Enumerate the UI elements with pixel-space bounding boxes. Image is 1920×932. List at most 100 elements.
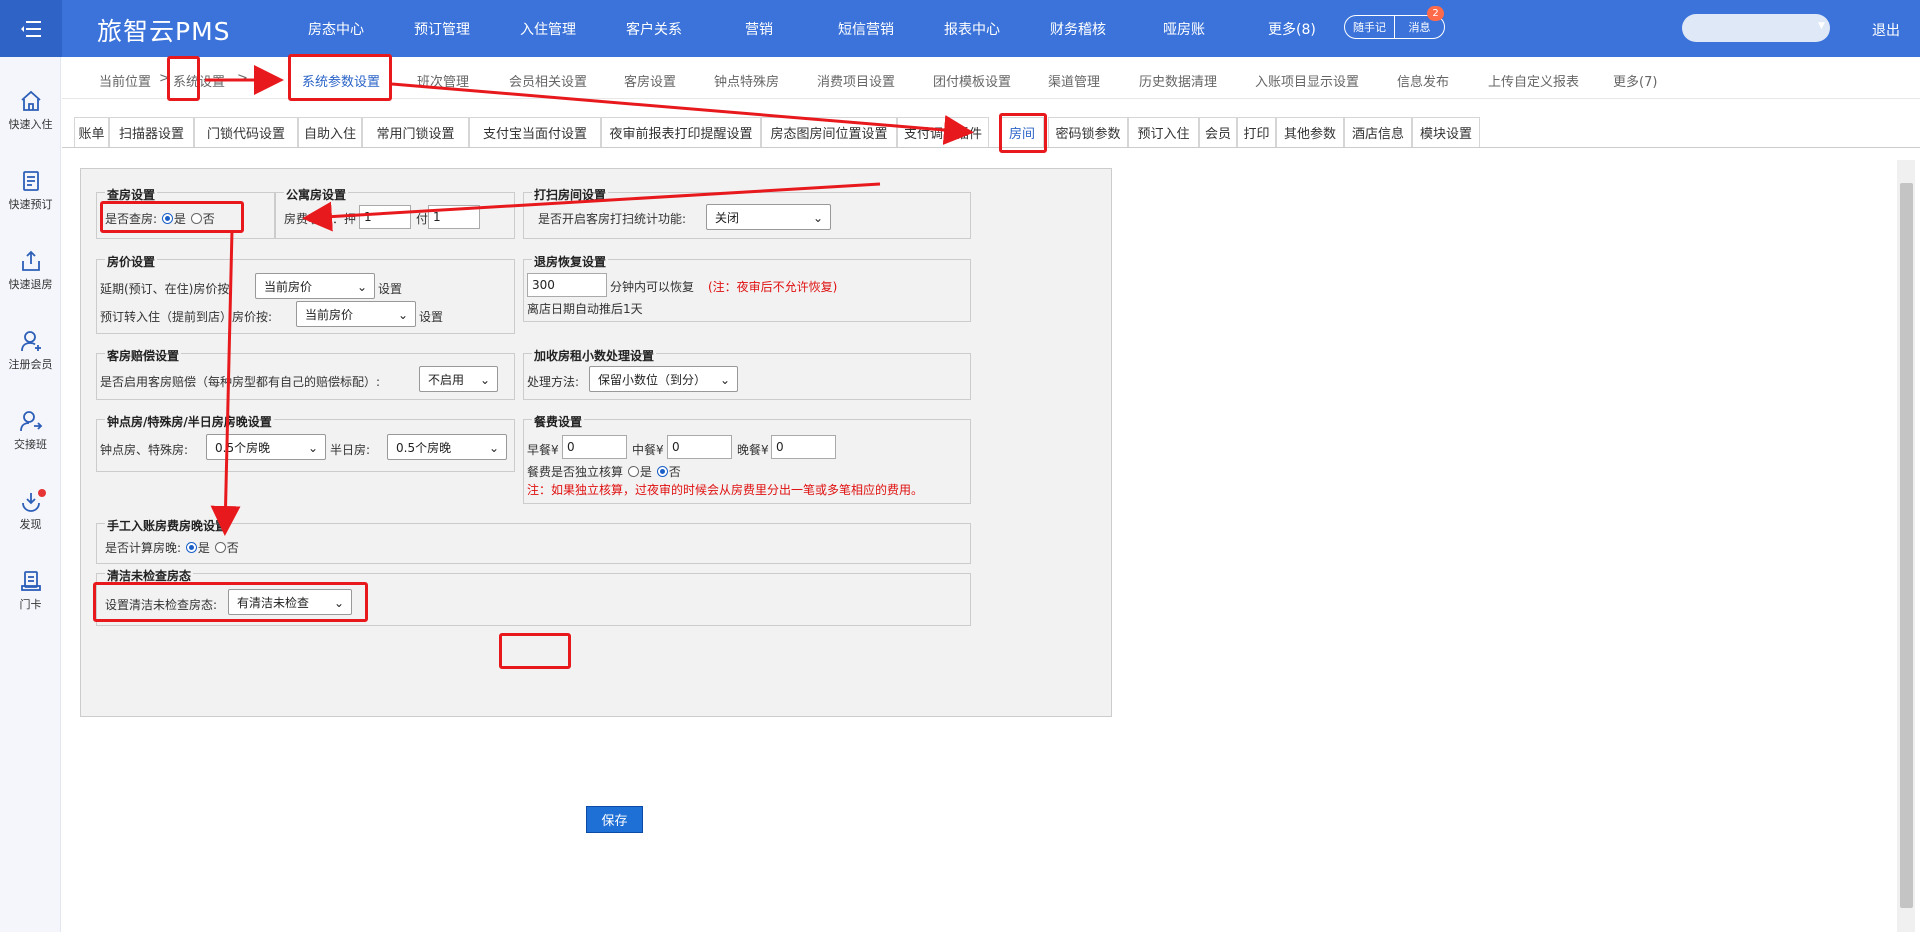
subtab-common-lock[interactable]: 常用门锁设置: [362, 117, 469, 147]
check-room-yes-radio[interactable]: [161, 213, 173, 224]
sidebar-item-door-card[interactable]: 门卡: [0, 569, 61, 612]
reserve-price-select[interactable]: 当前房价 ⌄: [296, 301, 416, 327]
lunch-input[interactable]: [667, 435, 732, 459]
half-day-label: 半日房:: [330, 443, 371, 457]
sidebar-item-discover[interactable]: 发现: [0, 489, 61, 532]
dinner-input[interactable]: [771, 435, 836, 459]
tab-channel-mgmt[interactable]: 渠道管理: [1048, 71, 1100, 90]
half-day-nights-select[interactable]: 0.5个房晚 ⌄: [387, 434, 507, 460]
check-room-group: 查房设置 是否查房: 是 否: [96, 186, 275, 239]
cleaning-stat-select[interactable]: 关闭 ⌄: [706, 204, 831, 230]
nav-sms[interactable]: 短信营销: [838, 19, 894, 39]
breakfast-input[interactable]: [562, 435, 627, 459]
nav-marketing[interactable]: 营销: [745, 19, 773, 39]
subtab-module-settings[interactable]: 模块设置: [1412, 117, 1480, 147]
rent-decimal-select[interactable]: 保留小数位（到分） ⌄: [589, 366, 738, 392]
subtab-hotel-info[interactable]: 酒店信息: [1344, 117, 1412, 147]
subtab-self-checkin[interactable]: 自助入住: [298, 117, 362, 147]
chevron-down-icon[interactable]: ▼: [1818, 21, 1825, 31]
subtab-member[interactable]: 会员: [1199, 117, 1237, 147]
sidebar-item-label: 快速退房: [8, 278, 53, 291]
clean-uncheck-select[interactable]: 有清洁未检查 ⌄: [228, 589, 352, 615]
compensation-select[interactable]: 不启用 ⌄: [419, 366, 498, 392]
save-button[interactable]: 保存: [586, 806, 643, 833]
tab-posting-display[interactable]: 入账项目显示设置: [1255, 71, 1359, 90]
subtab-lock-code[interactable]: 门锁代码设置: [194, 117, 298, 147]
apartment-group: 公寓房设置 房费收取：押 付: [275, 186, 515, 239]
pay-input[interactable]: [428, 205, 480, 229]
sidebar-item-quick-checkout[interactable]: 快速退房: [0, 249, 61, 292]
nav-reports[interactable]: 报表中心: [944, 19, 1000, 39]
notification-dot: [38, 489, 46, 497]
tab-info-publish[interactable]: 信息发布: [1397, 71, 1449, 90]
tab-member-settings[interactable]: 会员相关设置: [509, 71, 587, 90]
breadcrumb-prefix: 当前位置: [99, 75, 152, 90]
user-avatar[interactable]: [1682, 14, 1830, 42]
group-title: 手工入账房费房晚设置: [105, 517, 230, 534]
tab-system-params[interactable]: 系统参数设置: [302, 71, 380, 90]
tab-hourly-room[interactable]: 钟点特殊房: [714, 71, 779, 90]
chevron-down-icon: ⌄: [488, 441, 499, 455]
dinner-label: 晚餐¥: [737, 443, 769, 457]
clean-uncheck-label: 设置清洁未检查房态:: [105, 598, 218, 612]
logout-link[interactable]: 退出: [1872, 20, 1900, 40]
nav-dummy-account[interactable]: 哑房账: [1163, 19, 1205, 39]
restore-minutes-input[interactable]: [527, 273, 607, 297]
group-title: 餐费设置: [532, 413, 585, 430]
subtab-room[interactable]: 房间: [1000, 117, 1044, 147]
cleaning-group: 打扫房间设置 是否开启客房打扫统计功能: 关闭 ⌄: [523, 186, 971, 239]
deposit-input[interactable]: [359, 205, 411, 229]
add-user-icon: [20, 331, 41, 352]
sidebar-item-label: 快速预订: [8, 198, 53, 211]
subtab-print[interactable]: 打印: [1237, 117, 1276, 147]
room-price-group: 房价设置 延期(预订、在住)房价按: 当前房价 ⌄ 设置 预订转入住（提前到店）房…: [96, 253, 515, 334]
nav-customer[interactable]: 客户关系: [626, 19, 682, 39]
tab-consumption-items[interactable]: 消费项目设置: [817, 71, 895, 90]
check-room-no-radio[interactable]: [190, 213, 202, 224]
menu-toggle-icon[interactable]: [0, 0, 62, 57]
subtab-night-audit-print[interactable]: 夜审前报表打印提醒设置: [601, 117, 761, 147]
subtab-payment-plugin[interactable]: 支付调用插件: [897, 117, 989, 147]
extend-price-suffix: 设置: [378, 282, 403, 296]
subtab-scanner[interactable]: 扫描器设置: [109, 117, 194, 147]
breadcrumb-system-settings[interactable]: 系统设置: [173, 71, 225, 90]
tab-room-settings[interactable]: 客房设置: [624, 71, 676, 90]
tab-more[interactable]: 更多(7): [1613, 71, 1657, 90]
cleaning-stat-label: 是否开启客房打扫统计功能:: [538, 212, 687, 226]
group-title: 公寓房设置: [284, 186, 349, 203]
sidebar-item-label: 注册会员: [8, 358, 53, 371]
tab-history-cleanup[interactable]: 历史数据清理: [1139, 71, 1217, 90]
tab-upload-report[interactable]: 上传自定义报表: [1488, 71, 1579, 90]
nav-reservation[interactable]: 预订管理: [414, 19, 470, 39]
restore-minutes-label: 分钟内可以恢复: [610, 280, 695, 294]
hourly-nights-select[interactable]: 0.5个房晚 ⌄: [206, 434, 326, 460]
meal-independent-yes-radio[interactable]: [627, 466, 639, 477]
tab-shift-mgmt[interactable]: 班次管理: [417, 71, 469, 90]
manual-nights-yes-radio[interactable]: [185, 542, 197, 553]
manual-nights-no-radio[interactable]: [214, 542, 226, 553]
nav-more[interactable]: 更多(8): [1268, 19, 1316, 39]
pay-label: 付: [416, 212, 429, 226]
scrollbar-thumb[interactable]: [1900, 183, 1913, 908]
tab-group-template[interactable]: 团付模板设置: [933, 71, 1011, 90]
sidebar-item-quick-reserve[interactable]: 快速预订: [0, 169, 61, 212]
group-title: 清洁未检查房态: [105, 567, 194, 584]
nav-checkin[interactable]: 入住管理: [520, 19, 576, 39]
manual-posting-group: 手工入账房费房晚设置 是否计算房晚: 是 否: [96, 517, 971, 564]
subtab-other-params[interactable]: 其他参数: [1276, 117, 1344, 147]
subtab-room-position[interactable]: 房态图房间位置设置: [761, 117, 897, 147]
extend-price-select[interactable]: 当前房价 ⌄: [255, 273, 375, 299]
sidebar-item-quick-checkin[interactable]: 快速入住: [0, 89, 61, 132]
subtab-password-lock[interactable]: 密码锁参数: [1048, 117, 1128, 147]
check-room-label: 是否查房: 是 否: [105, 212, 215, 226]
sidebar-item-shift-handover[interactable]: 交接班: [0, 409, 61, 452]
subtab-alipay[interactable]: 支付宝当面付设置: [469, 117, 601, 147]
meal-independent-no-radio[interactable]: [656, 466, 668, 477]
nav-finance[interactable]: 财务稽核: [1050, 19, 1106, 39]
sidebar-item-register-member[interactable]: 注册会员: [0, 329, 61, 372]
nav-room-status[interactable]: 房态中心: [308, 19, 364, 39]
subtab-bill[interactable]: 账单: [74, 117, 109, 147]
notes-button[interactable]: 随手记: [1344, 15, 1395, 39]
restore-note: (注：夜审后不允许恢复): [708, 280, 838, 294]
subtab-reserve-checkin[interactable]: 预订入住: [1128, 117, 1199, 147]
